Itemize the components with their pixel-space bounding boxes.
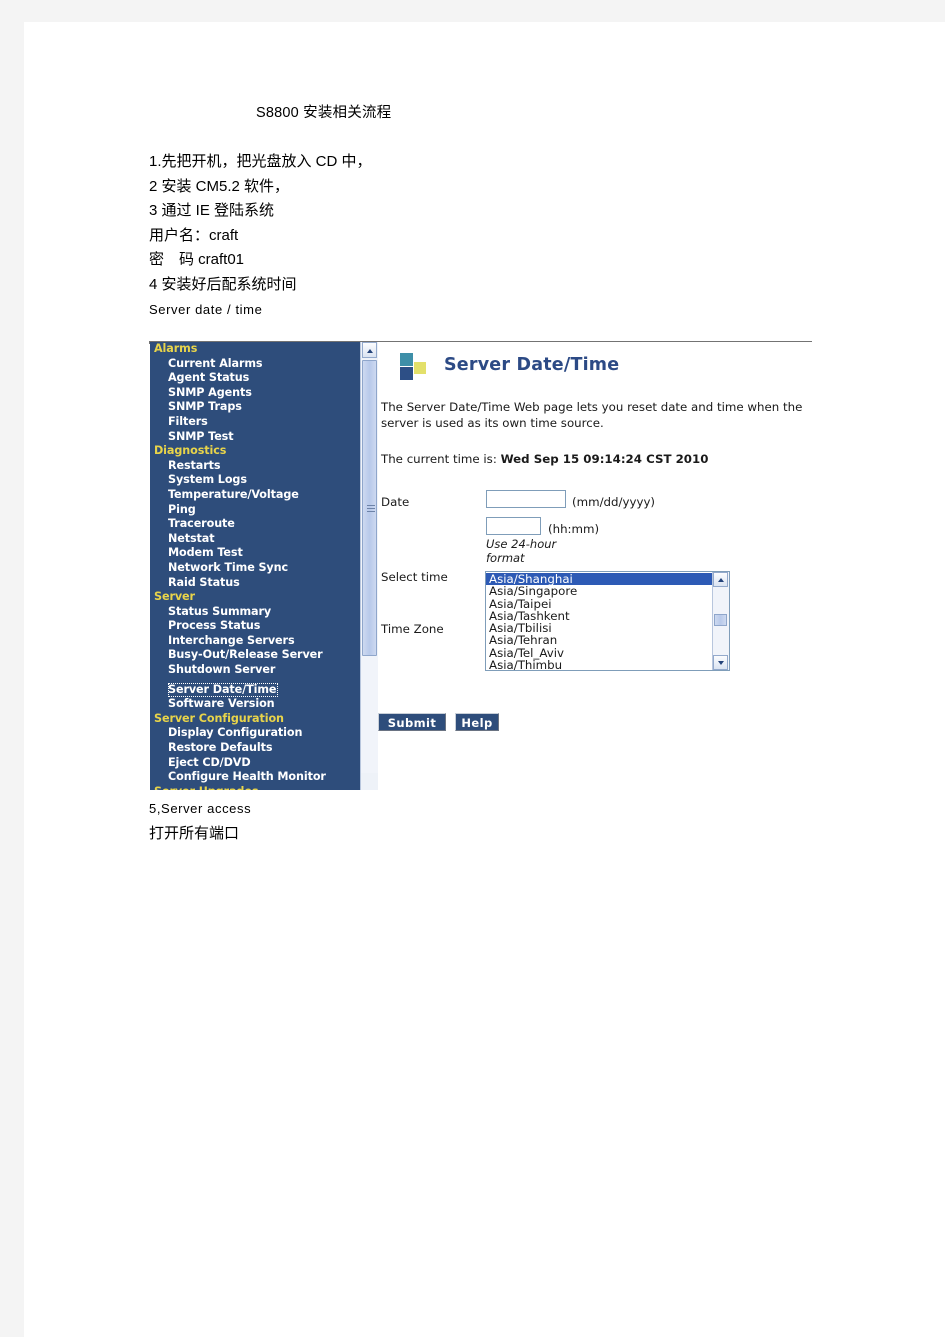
page-left-margin bbox=[0, 22, 24, 1337]
time-input[interactable] bbox=[486, 517, 541, 535]
submit-button[interactable]: Submit bbox=[378, 713, 446, 731]
document-page: S8800 安装相关流程 1.先把开机，把光盘放入 CD 中， 2 安装 CM5.… bbox=[24, 22, 945, 1337]
sidebar-item-snmp-test[interactable]: SNMP Test bbox=[150, 430, 360, 445]
sidebar-item-restore-defaults[interactable]: Restore Defaults bbox=[150, 741, 360, 756]
document-body: 1.先把开机，把光盘放入 CD 中， 2 安装 CM5.2 软件， 3 通过 IE … bbox=[149, 150, 849, 322]
scroll-up-arrow-icon[interactable] bbox=[362, 342, 377, 358]
document-line: Server date / time bbox=[149, 301, 263, 317]
sidebar-item-eject-cd-dvd[interactable]: Eject CD/DVD bbox=[150, 756, 360, 771]
timezone-scroll-up-icon[interactable] bbox=[713, 572, 728, 587]
document-line: 2 安装 CM5.2 软件， bbox=[149, 177, 290, 195]
help-button[interactable]: Help bbox=[455, 713, 499, 731]
panel-description: The Server Date/Time Web page lets you r… bbox=[381, 400, 803, 430]
panel-title: Server Date/Time bbox=[444, 355, 620, 375]
timezone-label: Time Zone bbox=[381, 622, 444, 636]
sidebar-item-configure-health-monitor[interactable]: Configure Health Monitor bbox=[150, 770, 360, 785]
sidebar-item-netstat[interactable]: Netstat bbox=[150, 532, 360, 547]
sidebar-scrollbar[interactable] bbox=[360, 342, 378, 790]
sidebar-item-temperature-voltage[interactable]: Temperature/Voltage bbox=[150, 488, 360, 503]
sidebar-group-server: Server bbox=[154, 590, 195, 604]
current-time-value: Wed Sep 15 09:14:24 CST 2010 bbox=[500, 452, 709, 466]
sidebar-item-filters[interactable]: Filters bbox=[150, 415, 360, 430]
timezone-option[interactable]: Asia/Tehran bbox=[486, 634, 714, 647]
sidebar-item-snmp-agents[interactable]: SNMP Agents bbox=[150, 386, 360, 401]
date-label: Date bbox=[381, 495, 410, 509]
document-line: 用户名：craft bbox=[149, 226, 239, 244]
sidebar-item-busy-out-release-server[interactable]: Busy-Out/Release Server bbox=[150, 648, 360, 663]
sidebar-item-ping[interactable]: Ping bbox=[150, 503, 360, 518]
timezone-listbox[interactable]: Asia/Shanghai Asia/Singapore Asia/Taipei As… bbox=[485, 571, 730, 671]
document-line: 3 通过 IE 登陆系统 bbox=[149, 202, 275, 220]
sidebar-item-shutdown-server[interactable]: Shutdown Server bbox=[150, 663, 360, 678]
timezone-scroll-down-icon[interactable] bbox=[713, 655, 728, 670]
sidebar-group-diagnostics: Diagnostics bbox=[154, 444, 227, 458]
sidebar-list: Alarms Current Alarms Agent Status SNMP Age… bbox=[150, 342, 360, 790]
timezone-scrollbar[interactable] bbox=[712, 572, 729, 670]
document-line: 密 码 craft01 bbox=[149, 251, 245, 269]
avaya-logo-icon bbox=[400, 353, 430, 383]
page-title: S8800 安装相关流程 bbox=[256, 105, 392, 121]
sidebar-item-network-time-sync[interactable]: Network Time Sync bbox=[150, 561, 360, 576]
page-top-margin bbox=[0, 0, 945, 22]
sidebar-item-traceroute[interactable]: Traceroute bbox=[150, 517, 360, 532]
sidebar-item-restarts[interactable]: Restarts bbox=[150, 459, 360, 474]
sidebar-item-server-date-time[interactable]: Server Date/Time bbox=[168, 682, 279, 698]
sidebar-scrollbar-thumb[interactable] bbox=[362, 360, 377, 656]
sidebar-group-alarms: Alarms bbox=[154, 342, 198, 355]
sidebar-item-snmp-traps[interactable]: SNMP Traps bbox=[150, 400, 360, 415]
timezone-option[interactable]: Asia/Thimbu bbox=[486, 659, 714, 670]
sidebar-item-system-logs[interactable]: System Logs bbox=[150, 473, 360, 488]
document-line: 1.先把开机，把光盘放入 CD 中， bbox=[149, 153, 372, 170]
date-format-hint: (mm/dd/yyyy) bbox=[572, 495, 656, 509]
time-format-note: Use 24-hour format bbox=[486, 537, 557, 565]
sidebar-item-software-version[interactable]: Software Version bbox=[150, 697, 360, 712]
timezone-option[interactable]: Asia/Singapore bbox=[486, 585, 714, 598]
document-line: 5,Server access bbox=[149, 801, 252, 816]
document-line: 4 安装好后配系统时间 bbox=[149, 275, 297, 293]
sidebar-item-agent-status[interactable]: Agent Status bbox=[150, 371, 360, 386]
sidebar-item-raid-status[interactable]: Raid Status bbox=[150, 576, 360, 591]
timezone-options[interactable]: Asia/Shanghai Asia/Singapore Asia/Taipei As… bbox=[486, 572, 714, 670]
sidebar-item-interchange-servers[interactable]: Interchange Servers bbox=[150, 634, 360, 649]
document-line: 打开所有端口 bbox=[149, 824, 240, 842]
embedded-screenshot: Alarms Current Alarms Agent Status SNMP Age… bbox=[150, 342, 836, 790]
sidebar-group-server-configuration: Server Configuration bbox=[154, 711, 284, 725]
select-time-label: Select time bbox=[381, 570, 448, 584]
time-format-hint: (hh:mm) bbox=[548, 522, 600, 536]
date-input[interactable] bbox=[486, 490, 566, 508]
sidebar-item-process-status[interactable]: Process Status bbox=[150, 619, 360, 634]
main-panel: Server Date/Time The Server Date/Time We… bbox=[378, 342, 836, 790]
document-body-after: 5,Server access 打开所有端口 bbox=[149, 797, 849, 846]
sidebar-group-server-upgrades: Server Upgrades bbox=[150, 785, 360, 790]
sidebar-item-display-configuration[interactable]: Display Configuration bbox=[150, 726, 360, 741]
current-time-row: The current time is: Wed Sep 15 09:14:24… bbox=[381, 452, 708, 466]
sidebar-item-modem-test[interactable]: Modem Test bbox=[150, 546, 360, 561]
sidebar-item-current-alarms[interactable]: Current Alarms bbox=[150, 357, 360, 372]
sidebar-item-status-summary[interactable]: Status Summary bbox=[150, 605, 360, 620]
scrollbar-grip-icon bbox=[367, 505, 375, 512]
sidebar-navigation[interactable]: Alarms Current Alarms Agent Status SNMP Age… bbox=[150, 342, 360, 790]
current-time-label: The current time is: bbox=[381, 452, 497, 466]
timezone-scrollbar-thumb[interactable] bbox=[714, 614, 727, 626]
